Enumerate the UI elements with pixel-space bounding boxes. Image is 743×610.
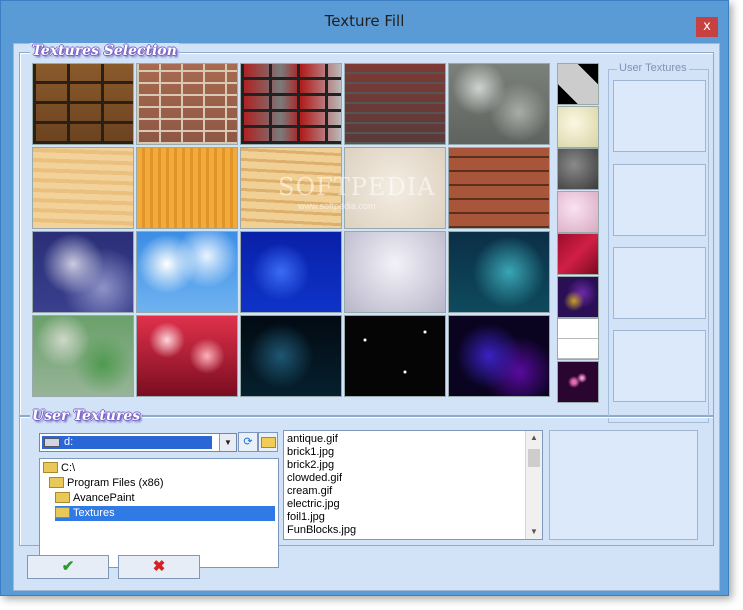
- texture-tile-wood-orange[interactable]: [136, 147, 238, 229]
- texture-tile-stone-wall[interactable]: [448, 63, 550, 145]
- folder-tree-item[interactable]: C:\: [43, 461, 75, 476]
- open-folder-icon: [55, 507, 70, 518]
- refresh-icon: ⟳: [243, 436, 253, 448]
- texture-tile-space-nebula[interactable]: [240, 315, 342, 397]
- user-textures-panel-caption: User Textures: [617, 62, 689, 74]
- user-textures-caption: User Textures: [30, 408, 143, 424]
- file-list-item[interactable]: brick1.jpg: [287, 446, 334, 459]
- cross-icon: ✖: [152, 558, 166, 575]
- drive-label: d:: [64, 436, 74, 448]
- scroll-down-arrow[interactable]: ▼: [526, 525, 542, 539]
- file-list-item[interactable]: clowded.gif: [287, 472, 342, 485]
- file-list-item[interactable]: foil1.jpg: [287, 511, 325, 524]
- file-list-item[interactable]: cream.gif: [287, 485, 332, 498]
- user-textures-panel: User Textures: [608, 62, 709, 423]
- drive-select-value: d:: [42, 436, 212, 449]
- scroll-thumb[interactable]: [528, 449, 540, 467]
- folder-tree[interactable]: C:\ Program Files (x86) AvancePaint Texture…: [39, 458, 279, 568]
- small-texture-white-grid[interactable]: [557, 318, 599, 360]
- folder-icon: [43, 462, 58, 473]
- ok-button[interactable]: ✔: [27, 555, 109, 579]
- watermark-url: www.softpedia.com: [298, 201, 376, 211]
- small-texture-sparkle-purple[interactable]: [557, 360, 599, 403]
- texture-tile-brick-beige[interactable]: [136, 63, 238, 145]
- texture-tile-wood-planks[interactable]: [448, 147, 550, 229]
- folder-icon: [55, 492, 70, 503]
- file-list-item[interactable]: electric.jpg: [287, 498, 340, 511]
- texture-tile-brick-dark[interactable]: [32, 63, 134, 145]
- open-folder-button[interactable]: [258, 432, 278, 452]
- user-texture-slot[interactable]: [613, 247, 706, 319]
- texture-tile-sky-clouds[interactable]: [136, 231, 238, 313]
- drive-select[interactable]: d: ▼: [39, 433, 237, 452]
- folder-tree-item[interactable]: Program Files (x86): [49, 476, 164, 491]
- folder-tree-label: AvancePaint: [73, 492, 135, 504]
- texture-tile-red-bokeh[interactable]: [136, 315, 238, 397]
- dialog-body: Textures Selection SOFTPEDIA www.softped…: [13, 43, 720, 591]
- texture-tile-teal-smoke[interactable]: [448, 231, 550, 313]
- folder-tree-item[interactable]: Textures: [55, 506, 275, 521]
- close-icon: x: [703, 19, 711, 34]
- file-list-item[interactable]: brick2.jpg: [287, 459, 334, 472]
- file-list[interactable]: antique.gif brick1.jpg brick2.jpg clowded.g…: [283, 430, 543, 540]
- close-button[interactable]: x: [696, 17, 718, 37]
- scroll-up-arrow[interactable]: ▲: [526, 431, 542, 445]
- user-texture-slot[interactable]: [613, 164, 706, 236]
- file-list-item[interactable]: antique.gif: [287, 433, 338, 446]
- chevron-down-icon[interactable]: ▼: [219, 434, 236, 451]
- folder-tree-label: C:\: [61, 462, 76, 474]
- texture-preview: [549, 430, 698, 540]
- window-title: Texture Fill: [324, 12, 405, 30]
- textures-selection-group: Textures Selection SOFTPEDIA www.softped…: [19, 43, 714, 423]
- texture-tile-clouds-gray-blue[interactable]: [32, 231, 134, 313]
- refresh-button[interactable]: ⟳: [238, 432, 258, 452]
- textures-selection-caption: Textures Selection: [30, 43, 179, 59]
- texture-tile-brick-red-gray[interactable]: [240, 63, 342, 145]
- folder-tree-label: Textures: [73, 507, 115, 519]
- folder-tree-item[interactable]: AvancePaint: [55, 491, 135, 506]
- texture-tile-purple-plasma[interactable]: [448, 315, 550, 397]
- texture-tile-green-camo[interactable]: [32, 315, 134, 397]
- user-texture-slot[interactable]: [613, 80, 706, 152]
- watermark: SOFTPEDIA: [278, 173, 436, 201]
- texture-tile-wood-light[interactable]: [32, 147, 134, 229]
- texture-tile-crumpled-paper[interactable]: [344, 231, 446, 313]
- small-texture-gray-rock[interactable]: [557, 148, 599, 190]
- small-texture-cream-silk[interactable]: [557, 105, 599, 148]
- folder-icon: [49, 477, 64, 488]
- title-bar[interactable]: Texture Fill x: [1, 1, 728, 41]
- open-folder-icon: [260, 437, 276, 448]
- small-texture-checker[interactable]: [557, 63, 599, 105]
- cancel-button[interactable]: ✖: [118, 555, 200, 579]
- file-list-item[interactable]: FunBlocks.jpg: [287, 524, 356, 537]
- texture-tile-stars-black[interactable]: [344, 315, 446, 397]
- small-texture-purple-storm[interactable]: [557, 275, 599, 318]
- file-list-scrollbar[interactable]: ▲ ▼: [525, 431, 542, 539]
- user-texture-slot[interactable]: [613, 330, 706, 402]
- small-texture-red-diamond[interactable]: [557, 233, 599, 275]
- texture-fill-window: Texture Fill x Textures Selection SOFTPE…: [0, 0, 729, 596]
- folder-tree-label: Program Files (x86): [67, 477, 164, 489]
- texture-tile-brick-weathered[interactable]: [344, 63, 446, 145]
- checkmark-icon: ✔: [61, 558, 75, 575]
- texture-tile-water-blue[interactable]: [240, 231, 342, 313]
- small-texture-pink-marble[interactable]: [557, 190, 599, 233]
- drive-icon: [44, 438, 60, 447]
